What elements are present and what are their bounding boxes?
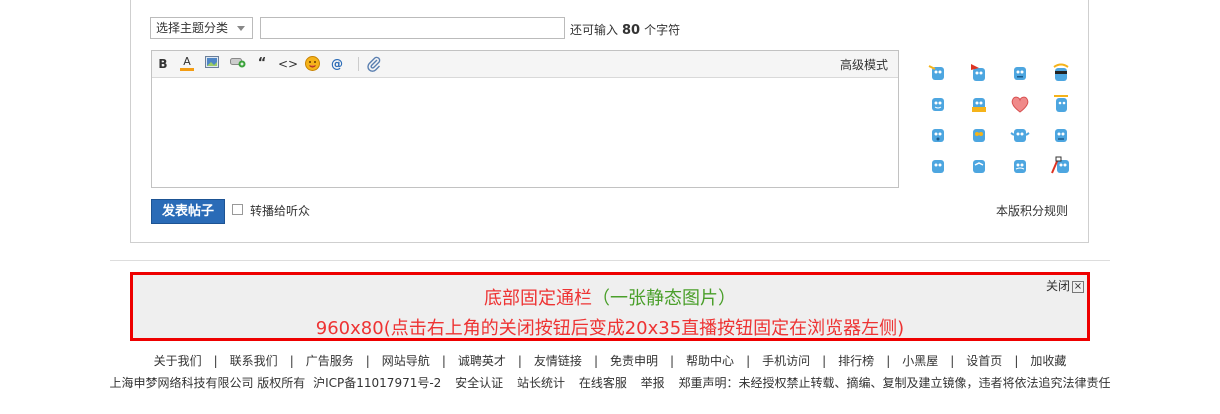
footer-link[interactable]: 手机访问	[762, 354, 810, 368]
footer-info: 上海申梦网络科技有限公司 版权所有 沪ICP备11017971号-2 安全认证 …	[0, 374, 1220, 391]
footer-link[interactable]: 加收藏	[1030, 354, 1066, 368]
footer-link[interactable]: 广告服务	[306, 354, 354, 368]
smiley-icon[interactable]	[968, 93, 990, 115]
footer-link[interactable]: 诚聘英才	[458, 354, 506, 368]
footer-separator: |	[670, 354, 675, 368]
footer-separator: |	[886, 354, 891, 368]
footer-separator: |	[289, 354, 294, 368]
category-select-label: 选择主题分类	[156, 21, 229, 35]
font-color-button[interactable]: A	[180, 56, 194, 71]
subject-input[interactable]	[260, 17, 565, 39]
char-counter: 还可输入 80 个字符	[570, 21, 680, 38]
bold-button[interactable]: B	[157, 56, 169, 72]
smiley-icon[interactable]	[927, 62, 949, 84]
paperclip-icon	[367, 56, 381, 72]
footer-links: 关于我们 | 联系我们 | 广告服务 | 网站导航 | 诚聘英才 | 友情链接 | 免责申明 | 帮助中心 |…	[0, 352, 1220, 369]
footer-separator: |	[1014, 354, 1019, 368]
footer-separator: |	[950, 354, 955, 368]
char-counter-suffix: 个字符	[644, 23, 681, 37]
icp-link[interactable]: 沪ICP备11017971号-2	[313, 376, 441, 390]
advanced-mode-link[interactable]: 高级模式	[840, 56, 888, 73]
report-link[interactable]: 举报	[641, 376, 665, 390]
attachment-button[interactable]	[366, 56, 382, 72]
char-counter-value: 80	[622, 23, 641, 38]
footer-separator: |	[213, 354, 218, 368]
toolbar-separator	[358, 57, 359, 71]
banner-close-button[interactable]: 关闭 ×	[1046, 277, 1084, 294]
category-select[interactable]: 选择主题分类	[150, 17, 253, 39]
image-button[interactable]	[205, 56, 219, 72]
footer-separator: |	[365, 354, 370, 368]
broadcast-label: 转播给听众	[250, 204, 311, 218]
banner-line-1: 底部固定通栏（一张静态图片）	[133, 284, 1087, 310]
smiley-icon[interactable]	[927, 124, 949, 146]
code-button[interactable]: <>	[278, 56, 298, 72]
smiley-icon[interactable]	[1050, 155, 1072, 177]
footer-separator: |	[746, 354, 751, 368]
editor-textarea[interactable]	[152, 78, 898, 187]
smiley-icon[interactable]	[1009, 155, 1031, 177]
image-icon	[205, 56, 219, 68]
broadcast-checkbox[interactable]	[232, 204, 243, 215]
footer-link[interactable]: 帮助中心	[686, 354, 734, 368]
footer-link[interactable]: 设首页	[966, 354, 1002, 368]
footer-link[interactable]: 联系我们	[230, 354, 278, 368]
disclaimer-text: 郑重声明：未经授权禁止转载、摘编、复制及建立镜像，违者将依法追究法律责任	[678, 376, 1111, 390]
post-editor: B A “ <> @ 高级模式	[151, 50, 899, 188]
footer-separator: |	[517, 354, 522, 368]
footer-link[interactable]: 友情链接	[534, 354, 582, 368]
editor-toolbar: B A “ <> @ 高级模式	[152, 51, 898, 78]
bottom-banner-ad[interactable]: 底部固定通栏（一张静态图片） 960x80(点击右上角的关闭按钮后变成20x35…	[130, 272, 1090, 341]
close-icon: ×	[1072, 280, 1084, 293]
footer-link[interactable]: 网站导航	[382, 354, 430, 368]
banner-subtitle: （一张静态图片）	[592, 288, 736, 309]
security-link[interactable]: 安全认证	[455, 376, 503, 390]
smiley-icon[interactable]	[1050, 62, 1072, 84]
smiley-icon[interactable]	[1050, 93, 1072, 115]
heart-icon[interactable]	[1009, 93, 1031, 115]
divider	[110, 260, 1110, 261]
footer-separator: |	[441, 354, 446, 368]
smiley-icon[interactable]	[968, 124, 990, 146]
footer-link[interactable]: 免责申明	[610, 354, 658, 368]
copyright-text: 上海申梦网络科技有限公司 版权所有	[109, 376, 306, 390]
smiley-icon[interactable]	[968, 155, 990, 177]
link-button[interactable]	[230, 56, 246, 72]
footer-separator: |	[593, 354, 598, 368]
smiley-icon[interactable]	[1009, 62, 1031, 84]
mention-button[interactable]: @	[329, 56, 345, 72]
link-icon	[230, 58, 246, 68]
quote-button[interactable]: “	[256, 56, 268, 72]
smiley-icon[interactable]	[927, 155, 949, 177]
char-counter-prefix: 还可输入	[570, 23, 619, 37]
emoji-button[interactable]	[304, 56, 320, 72]
stats-link[interactable]: 站长统计	[517, 376, 565, 390]
emoji-icon	[304, 56, 320, 71]
submit-post-button[interactable]: 发表帖子	[151, 199, 225, 224]
footer-link[interactable]: 关于我们	[154, 354, 202, 368]
smiley-icon[interactable]	[927, 93, 949, 115]
banner-title: 底部固定通栏	[484, 288, 592, 309]
smiley-icon[interactable]	[1009, 124, 1031, 146]
footer-link[interactable]: 小黑屋	[902, 354, 938, 368]
credit-rules-link[interactable]: 本版积分规则	[996, 202, 1068, 219]
service-link[interactable]: 在线客服	[579, 376, 627, 390]
smiley-icon[interactable]	[968, 62, 990, 84]
chevron-down-icon	[237, 26, 245, 31]
banner-line-2: 960x80(点击右上角的关闭按钮后变成20x35直播按钮固定在浏览器左侧)	[315, 318, 905, 339]
close-label: 关闭	[1045, 279, 1070, 293]
smiley-icon[interactable]	[1050, 124, 1072, 146]
footer-link[interactable]: 排行榜	[838, 354, 874, 368]
footer-separator: |	[822, 354, 827, 368]
